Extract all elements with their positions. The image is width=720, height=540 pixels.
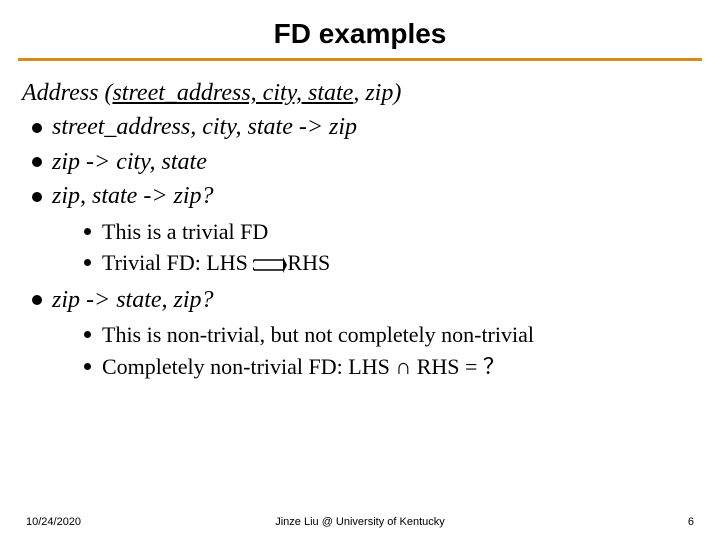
bullet-3-sub-2-suffix: RHS xyxy=(287,250,330,275)
bullet-3: zip, state -> zip? This is a trivial FD … xyxy=(30,180,698,278)
bullet-4-sublist: This is non-trivial, but not completely … xyxy=(52,320,698,381)
relation-key: street_address, city, state xyxy=(112,80,353,106)
relation-rest: , zip) xyxy=(353,80,401,106)
bullet-4-sub-2: Completely non-trivial FD: LHS ∩ RHS = ？ xyxy=(82,352,698,382)
bullet-3-sublist: This is a trivial FD Trivial FD: LHS RHS xyxy=(52,217,698,278)
slide: FD examples Address (street_address, cit… xyxy=(0,0,720,540)
bullet-2: zip -> city, state xyxy=(30,146,698,178)
slide-content: Address (street_address, city, state, zi… xyxy=(0,61,720,382)
bullet-1: street_address, city, state -> zip xyxy=(30,111,698,143)
bullet-3-sub-1: This is a trivial FD xyxy=(82,217,698,247)
footer-author: Jinze Liu @ University of Kentucky xyxy=(0,516,720,528)
bullet-2-text: zip -> city, state xyxy=(52,149,207,175)
bullet-3-sub-1-text: This is a trivial FD xyxy=(102,219,268,244)
bullet-3-sub-2-prefix: Trivial FD: LHS xyxy=(102,250,253,275)
bullet-3-text: zip, state -> zip? xyxy=(52,183,214,209)
footer-page-number: 6 xyxy=(688,516,694,528)
bullet-4-text: zip -> state, zip? xyxy=(52,287,214,313)
superset-icon xyxy=(253,248,287,278)
relation-schema: Address (street_address, city, state, zi… xyxy=(22,77,698,109)
slide-title: FD examples xyxy=(0,0,720,50)
bullet-4: zip -> state, zip? This is non-trivial, … xyxy=(30,284,698,382)
bullet-1-text: street_address, city, state -> zip xyxy=(52,114,357,140)
bullet-3-sub-2: Trivial FD: LHS RHS xyxy=(82,248,698,278)
relation-name: Address xyxy=(22,80,98,106)
bullet-4-sub-1: This is non-trivial, but not completely … xyxy=(82,320,698,350)
bullet-4-sub-2-text: Completely non-trivial FD: LHS ∩ RHS = ？ xyxy=(102,354,505,379)
paren-open: ( xyxy=(98,80,112,106)
bullet-list: street_address, city, state -> zip zip -… xyxy=(22,111,698,381)
bullet-4-sub-1-text: This is non-trivial, but not completely … xyxy=(102,322,534,347)
